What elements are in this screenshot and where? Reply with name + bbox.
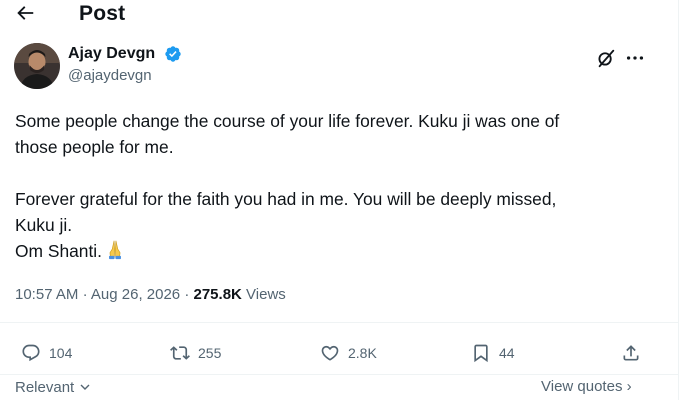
tweet-line-last: Om Shanti. <box>15 238 665 264</box>
chevron-right-icon: › <box>626 378 632 395</box>
verified-badge-icon <box>164 45 182 63</box>
meta-separator: · <box>184 286 190 303</box>
page-title: Post <box>79 2 126 25</box>
top-bar: Post <box>0 0 680 28</box>
folded-hands-icon <box>104 238 126 260</box>
chevron-down-icon <box>80 378 90 395</box>
divider <box>0 374 678 375</box>
tweet-line: those people for me. <box>15 137 174 157</box>
tweet-line-text: Om Shanti. <box>15 241 102 261</box>
sort-label: Relevant <box>15 379 75 396</box>
back-button[interactable] <box>14 2 40 26</box>
views-label: Views <box>246 286 286 303</box>
reply-count: 104 <box>49 345 73 361</box>
grok-icon[interactable] <box>595 47 617 69</box>
avatar[interactable] <box>14 43 60 89</box>
author-name[interactable]: Ajay Devgn <box>68 45 155 63</box>
tweet-line: Kuku ji. <box>15 215 73 235</box>
view-quotes-link[interactable]: View quotes › <box>541 378 632 395</box>
reply-icon <box>22 344 40 362</box>
divider <box>0 322 678 323</box>
sort-dropdown[interactable]: Relevant <box>15 378 90 396</box>
meta-separator: · <box>82 286 88 303</box>
more-options-icon[interactable] <box>624 47 646 69</box>
tweet-line: Some people change the course of your li… <box>15 111 560 131</box>
timestamp-date[interactable]: Aug 26, 2026 <box>91 286 180 303</box>
repost-count: 255 <box>198 345 222 361</box>
tweet-line: Forever grateful for the faith you had i… <box>15 189 557 209</box>
tweet-text: Some people change the course of your li… <box>15 108 665 264</box>
view-quotes-label: View quotes <box>541 378 623 395</box>
tweet-meta: 10:57 AM · Aug 26, 2026 · 275.8K Views <box>15 286 286 303</box>
bookmark-count: 44 <box>499 345 515 361</box>
post-page: Post Ajay Devgn @ajaydevgn Some people c… <box>0 0 700 400</box>
share-icon <box>623 345 639 361</box>
author-handle[interactable]: @ajaydevgn <box>68 67 152 84</box>
column-border <box>678 0 679 400</box>
repost-icon <box>170 346 190 360</box>
arrow-left-icon <box>14 2 40 24</box>
bookmark-icon <box>474 344 488 363</box>
heart-icon <box>321 345 339 361</box>
timestamp-time[interactable]: 10:57 AM <box>15 286 78 303</box>
views-count: 275.8K <box>193 286 242 303</box>
like-count: 2.8K <box>348 345 377 361</box>
